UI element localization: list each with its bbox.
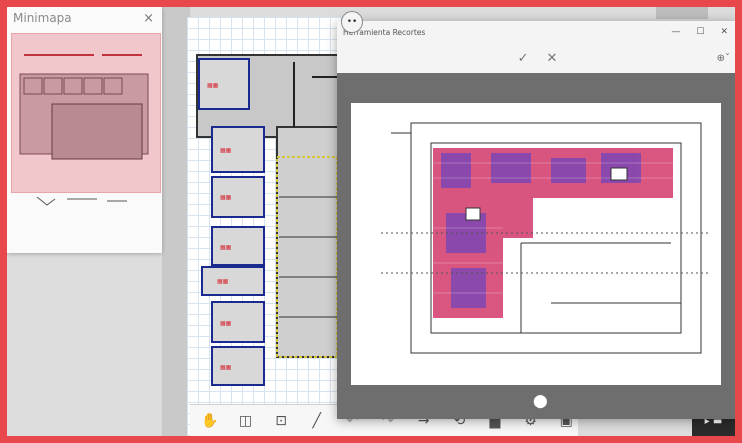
minimap-header: Minimapa × xyxy=(7,7,162,29)
svg-text:▦▦: ▦▦ xyxy=(220,194,232,201)
snipping-tool-window: Herramienta Recortes — ☐ ✕ ✓ ✕ ⊕ˇ ⬤ xyxy=(337,21,738,419)
minimap-panel: Minimapa × xyxy=(7,7,162,253)
pan-hand-icon[interactable]: ✋ xyxy=(198,409,222,433)
minimap-thumbnail[interactable] xyxy=(11,33,161,193)
maximize-icon[interactable]: ☐ xyxy=(696,27,704,37)
side-strip xyxy=(162,7,190,436)
window-controls: — ☐ ✕ xyxy=(671,27,738,37)
snipping-titlebar: Herramienta Recortes — ☐ ✕ xyxy=(337,21,738,43)
snip-capture-area[interactable] xyxy=(351,103,721,385)
floorplan-sheet[interactable]: ▦▦ ▦▦ ▦▦ ▦▦ ▦▦ ▦▦ ▦▦ xyxy=(187,17,357,436)
minimize-icon[interactable]: — xyxy=(671,27,680,37)
snip-actionbar: ✓ ✕ ⊕ˇ xyxy=(337,43,738,73)
svg-text:▦▦: ▦▦ xyxy=(207,82,219,89)
camera-icon[interactable]: ◫ xyxy=(234,409,258,433)
minimap-close-icon[interactable]: × xyxy=(143,11,154,26)
bottom-resize-handle-icon[interactable]: ⬤ xyxy=(533,394,548,409)
screenshot-icon[interactable]: ⊡ xyxy=(269,409,293,433)
svg-text:▦▦: ▦▦ xyxy=(220,364,232,371)
svg-text:▦▦: ▦▦ xyxy=(217,278,229,285)
close-icon[interactable]: ✕ xyxy=(720,27,728,37)
svg-text:▦▦: ▦▦ xyxy=(220,320,232,327)
minimap-title: Minimapa xyxy=(13,11,72,25)
svg-text:▦▦: ▦▦ xyxy=(220,244,232,251)
pen-icon[interactable]: ╱ xyxy=(305,409,329,433)
minimap-notes xyxy=(36,196,127,206)
minimap-plan-drawing xyxy=(19,54,149,160)
snip-stage: ⬤ xyxy=(337,73,738,419)
top-right-tab xyxy=(656,7,708,19)
confirm-icon[interactable]: ✓ xyxy=(518,51,529,66)
cancel-icon[interactable]: ✕ xyxy=(547,51,558,66)
svg-text:▦▦: ▦▦ xyxy=(220,147,232,154)
floating-handle-button[interactable]: •• xyxy=(341,11,363,33)
floorplan-drawing: ▦▦ ▦▦ ▦▦ ▦▦ ▦▦ ▦▦ ▦▦ xyxy=(196,54,348,386)
captured-floorplan xyxy=(381,122,711,354)
zoom-icon[interactable]: ⊕ˇ xyxy=(717,53,730,64)
